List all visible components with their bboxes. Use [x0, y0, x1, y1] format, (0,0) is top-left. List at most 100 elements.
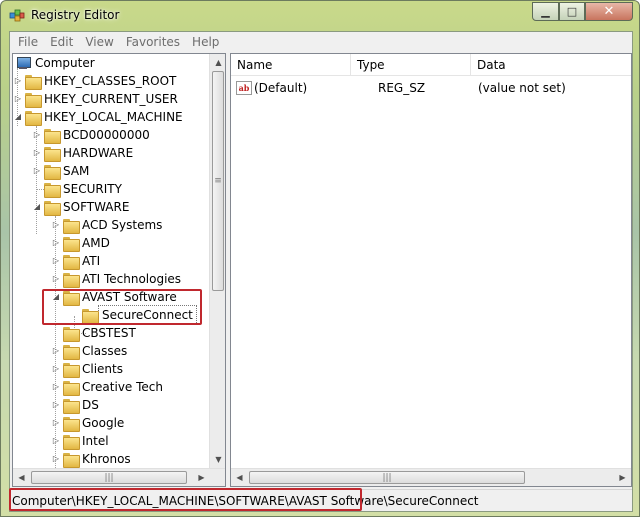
- close-button[interactable]: ✕: [585, 2, 633, 21]
- expand-arrow-icon[interactable]: ▷: [51, 378, 61, 396]
- tree-node-ati-technologies[interactable]: ▷ ATI Technologies: [51, 270, 181, 288]
- tree-node-label: Clients: [82, 362, 123, 376]
- folder-icon: [63, 218, 80, 234]
- tree-node-sam[interactable]: ▷ SAM: [32, 162, 89, 180]
- tree-node-label: Khronos: [82, 452, 131, 466]
- tree-node-secureconnect[interactable]: SecureConnect: [70, 305, 197, 325]
- expand-arrow-icon[interactable]: ▷: [51, 432, 61, 450]
- tree-node-acd-systems[interactable]: ▷ ACD Systems: [51, 216, 162, 234]
- menu-help[interactable]: Help: [186, 35, 225, 49]
- tree-node-label: CBSTEST: [82, 326, 136, 340]
- expand-arrow-icon[interactable]: ▷: [51, 234, 61, 252]
- minimize-button[interactable]: ▁: [532, 2, 559, 21]
- expand-arrow-icon[interactable]: ▷: [32, 126, 42, 144]
- folder-open-icon: [63, 290, 80, 306]
- tree-node-hkey-classes-root[interactable]: ▷ HKEY_CLASSES_ROOT: [13, 72, 176, 90]
- tree-node-avast-software[interactable]: ◢ AVAST Software: [51, 288, 177, 306]
- no-expander: [51, 324, 61, 342]
- collapse-arrow-icon[interactable]: ◢: [51, 288, 61, 306]
- tree-node-cbstest[interactable]: CBSTEST: [51, 324, 136, 342]
- expand-arrow-icon[interactable]: ▷: [51, 360, 61, 378]
- expand-arrow-icon[interactable]: ▷: [13, 90, 23, 108]
- tree-node-amd[interactable]: ▷ AMD: [51, 234, 110, 252]
- tree-node-label: Google: [82, 416, 125, 430]
- string-value-icon: ab: [236, 81, 252, 95]
- expand-arrow-icon[interactable]: ▷: [51, 216, 61, 234]
- menu-view[interactable]: View: [79, 35, 119, 49]
- tree-node-intel[interactable]: ▷ Intel: [51, 432, 109, 450]
- tree-node-software[interactable]: ◢ SOFTWARE: [32, 198, 129, 216]
- expand-arrow-icon[interactable]: ▷: [32, 162, 42, 180]
- menu-file[interactable]: File: [12, 35, 44, 49]
- scroll-left-arrow-icon[interactable]: ◀: [231, 469, 248, 486]
- title-bar[interactable]: Registry Editor ▁ □ ✕: [1, 1, 639, 31]
- tree-node-security[interactable]: SECURITY: [32, 180, 122, 198]
- tree-node-creative-tech[interactable]: ▷ Creative Tech: [51, 378, 163, 396]
- tree-node-computer[interactable]: Computer: [15, 54, 95, 72]
- column-header-data[interactable]: Data: [471, 54, 631, 76]
- folder-icon: [63, 380, 80, 396]
- tree-node-google[interactable]: ▷ Google: [51, 414, 124, 432]
- tree-node-ati[interactable]: ▷ ATI: [51, 252, 100, 270]
- column-header-name[interactable]: Name: [231, 54, 351, 76]
- scroll-left-arrow-icon[interactable]: ◀: [13, 469, 30, 486]
- folder-icon: [63, 434, 80, 450]
- value-data: (value not set): [478, 81, 566, 95]
- tree-horizontal-scroll-thumb[interactable]: |||: [31, 471, 187, 484]
- folder-icon: [25, 74, 42, 90]
- tree-node-khronos[interactable]: ▷ Khronos: [51, 450, 131, 468]
- maximize-button[interactable]: □: [559, 2, 585, 21]
- expand-arrow-icon[interactable]: ▷: [51, 414, 61, 432]
- tree-vertical-scroll-thumb[interactable]: ≡: [212, 71, 224, 291]
- scroll-right-arrow-icon[interactable]: ▶: [193, 469, 210, 486]
- expand-arrow-icon[interactable]: ▷: [13, 72, 23, 90]
- menu-edit[interactable]: Edit: [44, 35, 79, 49]
- folder-icon: [25, 92, 42, 108]
- folder-icon: [44, 164, 61, 180]
- list-horizontal-scrollbar[interactable]: ◀ ||| ▶: [231, 468, 631, 486]
- value-row[interactable]: ab (Default) REG_SZ (value not set): [231, 79, 631, 97]
- minimize-icon: ▁: [541, 5, 550, 18]
- expand-arrow-icon[interactable]: ▷: [32, 144, 42, 162]
- tree-node-label: HKEY_LOCAL_MACHINE: [44, 110, 183, 124]
- tree-vertical-scrollbar[interactable]: ▲ ≡ ▼: [209, 54, 225, 468]
- tree-node-label: Intel: [82, 434, 109, 448]
- list-horizontal-scroll-thumb[interactable]: |||: [249, 471, 525, 484]
- scroll-down-arrow-icon[interactable]: ▼: [210, 451, 225, 468]
- tree-node-label: AMD: [82, 236, 110, 250]
- no-expander: [32, 180, 42, 198]
- tree-node-label: ACD Systems: [82, 218, 163, 232]
- expand-arrow-icon[interactable]: ▷: [51, 270, 61, 288]
- scroll-up-arrow-icon[interactable]: ▲: [210, 54, 225, 71]
- tree-node-label: SOFTWARE: [63, 200, 130, 214]
- expand-arrow-icon[interactable]: ▷: [51, 252, 61, 270]
- tree-node-label: SECURITY: [63, 182, 122, 196]
- value-type: REG_SZ: [378, 81, 426, 95]
- values-list-pane[interactable]: Name Type Data ab (Default) REG_SZ (valu…: [230, 53, 632, 487]
- folder-icon: [63, 236, 80, 252]
- no-expander: [70, 306, 80, 324]
- collapse-arrow-icon[interactable]: ◢: [13, 108, 23, 126]
- column-header-type[interactable]: Type: [351, 54, 471, 76]
- tree-node-hardware[interactable]: ▷ HARDWARE: [32, 144, 133, 162]
- menu-favorites[interactable]: Favorites: [120, 35, 186, 49]
- tree-node-ds[interactable]: ▷ DS: [51, 396, 99, 414]
- tree-node-bcd00000000[interactable]: ▷ BCD00000000: [32, 126, 150, 144]
- tree-horizontal-scrollbar[interactable]: ◀ ||| ▶: [13, 468, 225, 486]
- tree-node-hkey-local-machine[interactable]: ◢ HKEY_LOCAL_MACHINE: [13, 108, 183, 126]
- expand-arrow-icon[interactable]: ▷: [51, 342, 61, 360]
- collapse-arrow-icon[interactable]: ◢: [32, 198, 42, 216]
- scroll-right-arrow-icon[interactable]: ▶: [614, 469, 631, 486]
- tree-node-label-selected: SecureConnect: [98, 305, 197, 325]
- tree-node-hkey-current-user[interactable]: ▷ HKEY_CURRENT_USER: [13, 90, 178, 108]
- key-tree-pane[interactable]: Computer ▷ HKEY_CLASSES_ROOT ▷ HKEY_CURR…: [12, 53, 226, 487]
- folder-icon: [63, 254, 80, 270]
- tree-node-clients[interactable]: ▷ Clients: [51, 360, 123, 378]
- folder-icon: [63, 344, 80, 360]
- expand-arrow-icon[interactable]: ▷: [51, 396, 61, 414]
- tree-node-label: AVAST Software: [82, 290, 177, 304]
- expand-arrow-icon[interactable]: ▷: [51, 450, 61, 468]
- tree-node-classes[interactable]: ▷ Classes: [51, 342, 127, 360]
- value-name: (Default): [254, 81, 308, 95]
- folder-open-icon: [44, 200, 61, 216]
